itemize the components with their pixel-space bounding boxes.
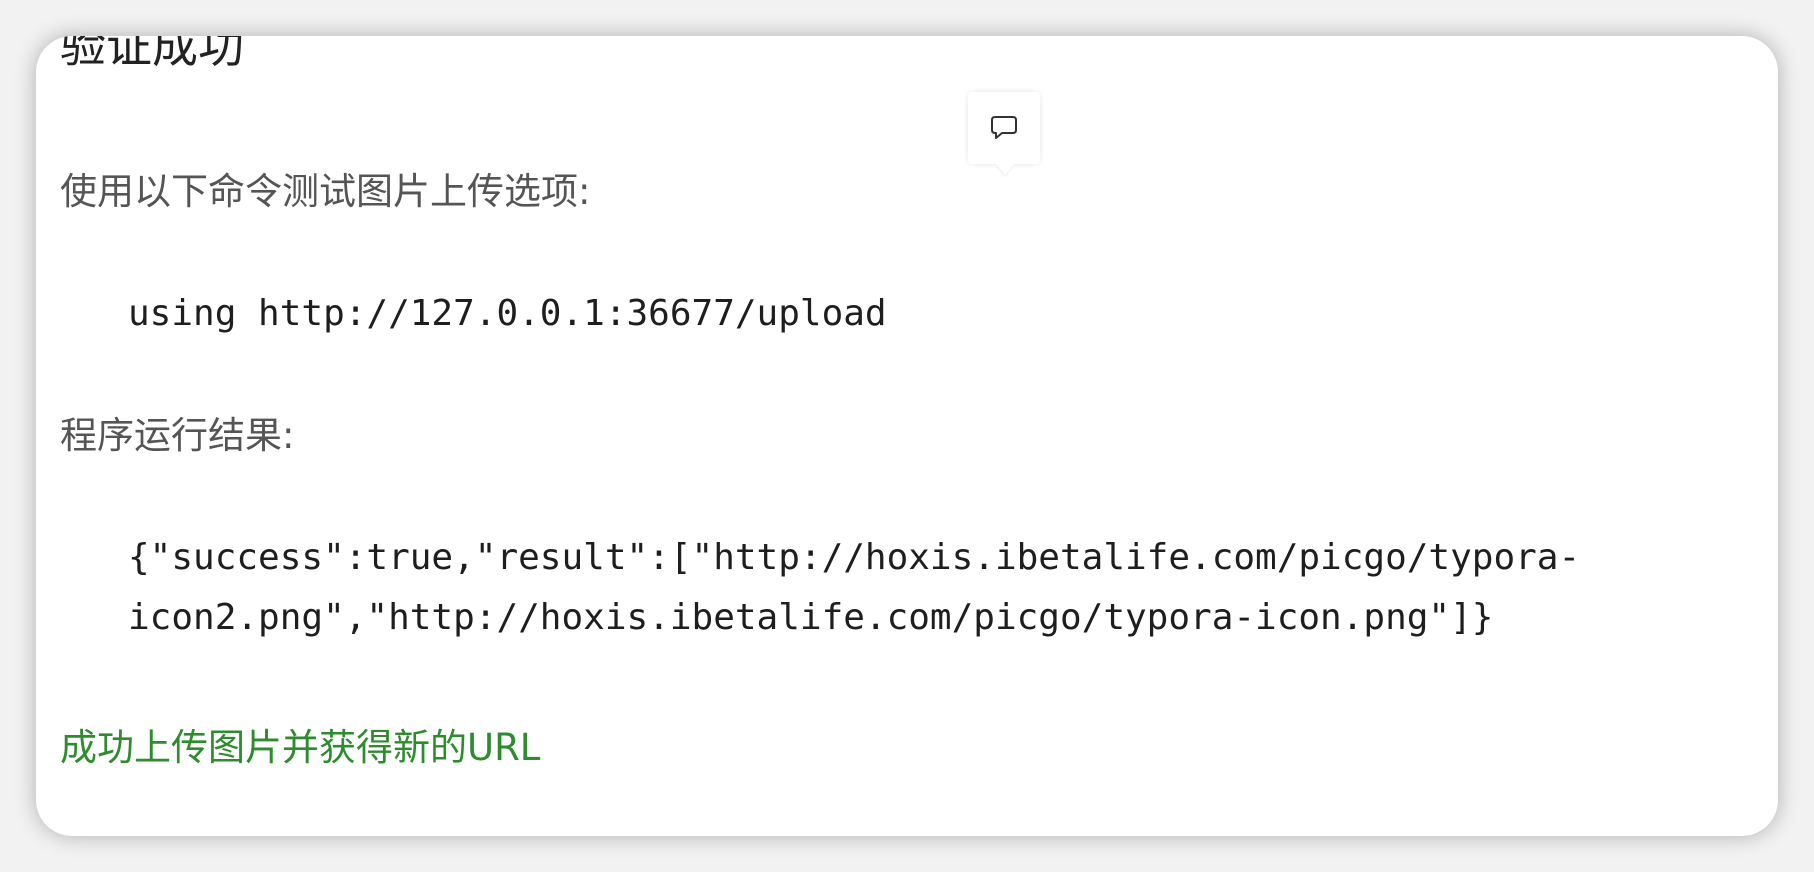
add-comment-button[interactable] bbox=[968, 92, 1040, 164]
result-line-1: {"success":true,"result":["http://hoxis.… bbox=[128, 537, 1581, 578]
result-code-block: {"success":true,"result":["http://hoxis.… bbox=[128, 528, 1580, 648]
intro-paragraph: 使用以下命令测试图片上传选项: bbox=[60, 170, 591, 213]
section-heading: 验证成功 bbox=[60, 36, 244, 73]
comment-icon bbox=[989, 114, 1019, 142]
success-message: 成功上传图片并获得新的URL bbox=[60, 726, 541, 769]
result-line-2: icon2.png","http://hoxis.ibetalife.com/p… bbox=[128, 597, 1494, 638]
result-label: 程序运行结果: bbox=[60, 414, 295, 457]
screenshot-stage: 验证成功 使用以下命令测试图片上传选项: using http://127.0.… bbox=[0, 0, 1814, 872]
document-card: 验证成功 使用以下命令测试图片上传选项: using http://127.0.… bbox=[36, 36, 1778, 836]
command-code-block: using http://127.0.0.1:36677/upload bbox=[128, 293, 887, 334]
